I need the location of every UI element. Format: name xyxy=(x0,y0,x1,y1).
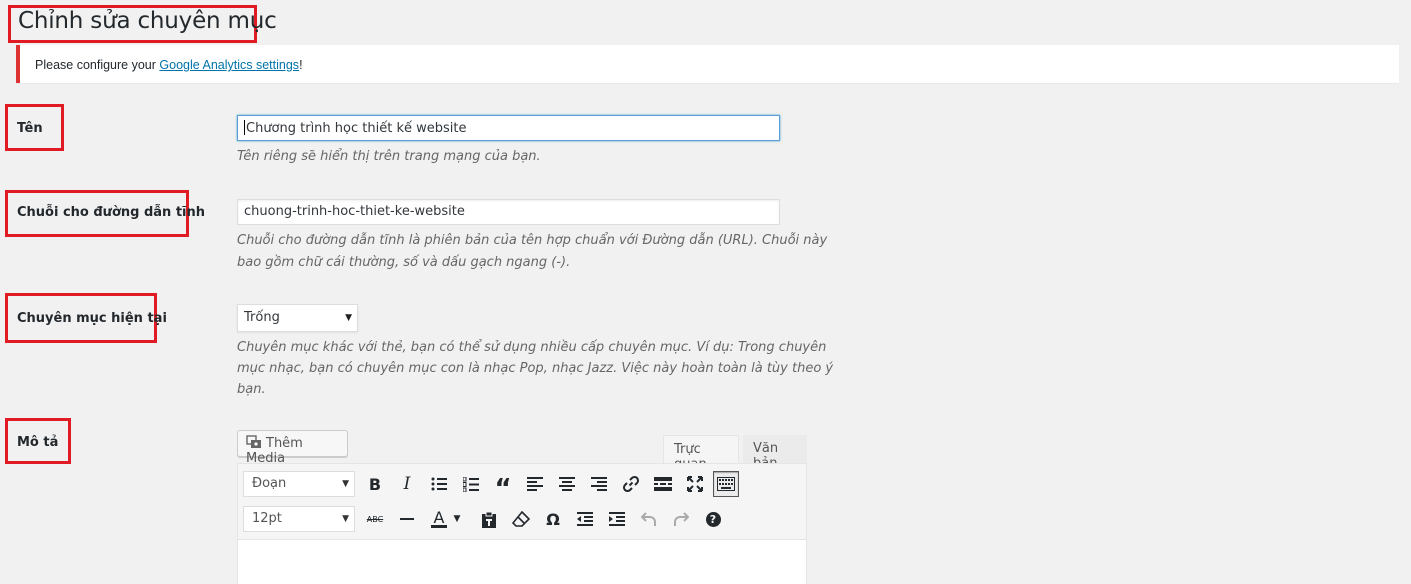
toolbar-toggle-icon[interactable] xyxy=(713,471,739,497)
tab-text[interactable]: Văn bản xyxy=(743,435,807,471)
indent-icon[interactable] xyxy=(604,506,630,532)
format-select[interactable]: Đoạn ▼ xyxy=(243,471,355,497)
slug-label: Chuỗi cho đường dẫn tĩnh xyxy=(17,205,205,220)
analytics-settings-link[interactable]: Google Analytics settings xyxy=(159,58,299,72)
bold-icon[interactable]: B xyxy=(362,471,388,497)
clear-formatting-icon[interactable] xyxy=(508,506,534,532)
help-icon[interactable]: ? xyxy=(700,506,726,532)
text-color-dropdown-icon[interactable]: ▼ xyxy=(450,506,464,532)
font-size-select-value: 12pt xyxy=(252,511,282,526)
text-color-glyph: A xyxy=(433,508,445,527)
notice-text: Please configure your xyxy=(35,58,160,72)
bold-glyph: B xyxy=(368,474,382,494)
align-center-icon[interactable] xyxy=(554,471,580,497)
special-character-icon[interactable]: Ω xyxy=(540,506,566,532)
parent-description-line-3: bạn. xyxy=(237,382,266,397)
blockquote-icon[interactable]: “ xyxy=(490,471,516,502)
format-select-value: Đoạn xyxy=(252,476,287,491)
redo-icon[interactable] xyxy=(668,506,694,532)
parent-description-line-1: Chuyên mục khác với thẻ, bạn có thể sử d… xyxy=(237,340,827,355)
bullet-list-icon[interactable] xyxy=(426,471,452,497)
name-input-value: Chương trình học thiết kế website xyxy=(246,121,467,136)
slug-description-line-2: bao gồm chữ cái thường, số và dấu gạch n… xyxy=(237,255,571,270)
name-label: Tên xyxy=(17,121,43,136)
slug-input[interactable]: chuong-trinh-hoc-thiet-ke-website xyxy=(237,199,780,225)
parent-category-select[interactable]: Trống ▼ xyxy=(237,304,358,332)
notice-text-end: ! xyxy=(299,58,303,72)
slug-description-line-1: Chuỗi cho đường dẫn tĩnh là phiên bản củ… xyxy=(237,233,828,248)
quote-glyph: “ xyxy=(494,474,512,504)
italic-glyph: I xyxy=(403,474,411,494)
name-input[interactable]: Chương trình học thiết kế website xyxy=(237,115,780,141)
parent-label: Chuyên mục hiện tại xyxy=(17,311,167,326)
text-caret xyxy=(244,120,245,135)
fullscreen-icon[interactable] xyxy=(682,471,708,497)
outdent-icon[interactable] xyxy=(572,506,598,532)
analytics-notice: Please configure your Google Analytics s… xyxy=(16,45,1399,83)
tab-visual[interactable]: Trực quan xyxy=(663,435,739,472)
strikethrough-icon[interactable]: ABC xyxy=(362,506,388,532)
omega-glyph: Ω xyxy=(546,509,560,529)
chevron-down-icon: ▼ xyxy=(342,514,349,524)
italic-icon[interactable]: I xyxy=(394,471,420,497)
media-icon xyxy=(246,435,262,449)
description-editor: Đoạn ▼ B I “ 12pt ▼ ABC A ▼ Ω ? xyxy=(237,463,807,584)
paste-text-icon[interactable] xyxy=(476,506,502,532)
undo-icon[interactable] xyxy=(636,506,662,532)
chevron-down-icon: ▼ xyxy=(345,313,352,323)
abc-glyph: ABC xyxy=(366,514,384,524)
read-more-icon[interactable] xyxy=(650,471,676,497)
link-icon[interactable] xyxy=(618,471,644,497)
page-title: Chỉnh sửa chuyên mục xyxy=(18,8,277,34)
text-color-icon[interactable]: A xyxy=(426,506,452,532)
add-media-button[interactable]: Thêm Media xyxy=(237,430,348,466)
name-description: Tên riêng sẽ hiển thị trên trang mạng củ… xyxy=(237,149,541,164)
align-right-icon[interactable] xyxy=(586,471,612,497)
editor-toolbar: Đoạn ▼ B I “ 12pt ▼ ABC A ▼ Ω ? xyxy=(238,464,806,540)
horizontal-line-icon[interactable] xyxy=(394,506,420,532)
font-size-select[interactable]: 12pt ▼ xyxy=(243,506,355,532)
chevron-down-icon: ▼ xyxy=(342,479,349,489)
editor-content-area[interactable] xyxy=(238,541,806,584)
description-label: Mô tả xyxy=(17,435,59,450)
slug-input-value: chuong-trinh-hoc-thiet-ke-website xyxy=(244,204,465,219)
parent-select-value: Trống xyxy=(244,310,280,325)
parent-description-line-2: mục nhạc, bạn có chuyên mục con là nhạc … xyxy=(237,361,834,376)
numbered-list-icon[interactable] xyxy=(458,471,484,497)
align-left-icon[interactable] xyxy=(522,471,548,497)
help-glyph: ? xyxy=(705,511,721,527)
